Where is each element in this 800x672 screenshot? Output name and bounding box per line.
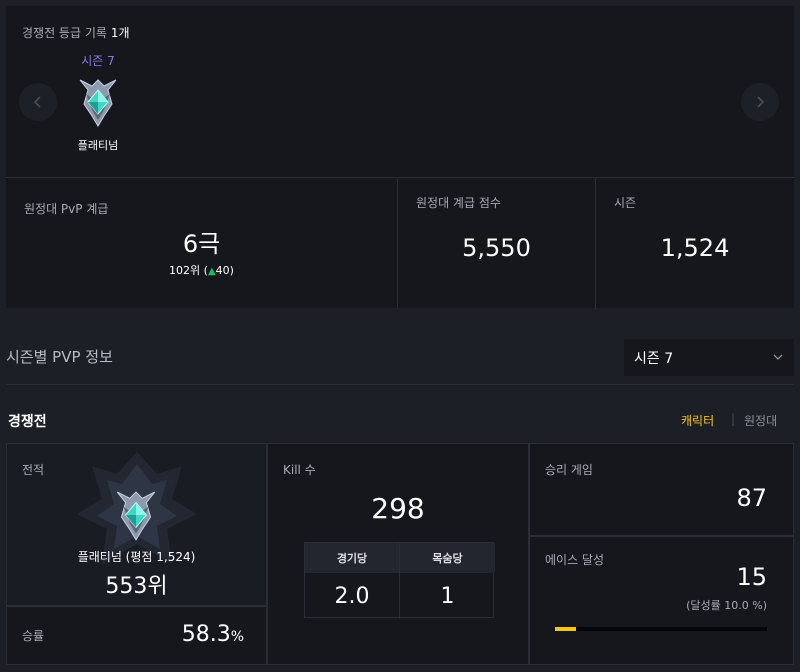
- history-header: 경쟁전 등급 기록 1개: [22, 24, 130, 41]
- pvp-grade-value: 6극: [182, 230, 221, 258]
- pvp-grade-cell: 원정대 PvP 계급 6극 102위 (▲40): [6, 178, 398, 309]
- pvp-rank-close: ): [229, 264, 234, 277]
- section-divider: [6, 384, 794, 385]
- winrate-value: 58.3: [181, 622, 231, 647]
- per-game-header: 경기당: [305, 543, 400, 573]
- ace-progress-fill: [555, 627, 577, 631]
- history-next-button[interactable]: [741, 83, 779, 121]
- chevron-down-icon: [773, 354, 783, 360]
- competitive-rank: 553위: [105, 574, 168, 599]
- grade-score-cell: 원정대 계급 점수 5,550: [398, 178, 596, 309]
- record-label: 전적: [22, 463, 45, 477]
- grade-score-label: 원정대 계급 점수: [416, 196, 501, 210]
- winrate-card: 승률 58.3%: [6, 606, 267, 665]
- tier-rating-label: 플래티넘 (평점 1,524): [77, 550, 196, 564]
- season-select[interactable]: 시즌 7: [624, 339, 794, 376]
- chevron-left-icon: [33, 96, 41, 108]
- competitive-title: 경쟁전: [8, 414, 47, 430]
- wins-value: 87: [736, 484, 767, 512]
- kill-label: Kill 수: [283, 463, 316, 477]
- grade-score-value: 5,550: [462, 234, 531, 262]
- competitive-history-panel: 경쟁전 등급 기록 1개 시즌 7 플래티넘 원정대 PvP 계급 6극 102위…: [6, 6, 794, 309]
- kill-value: 298: [371, 492, 425, 525]
- season-score-cell: 시즌 1,524: [596, 178, 794, 309]
- record-card: 전적 플래티넘 (평점 1,524) 553위: [6, 443, 267, 606]
- wins-card: 승리 게임 87: [529, 443, 794, 536]
- history-prev-button[interactable]: [19, 83, 57, 121]
- season-score-label: 시즌: [614, 196, 637, 210]
- pvp-rank-change: 40: [215, 264, 230, 277]
- competitive-panel: 전적 플래티넘 (평점 1,524) 553위 승률 58.3% Kill 수 …: [6, 443, 794, 665]
- toggle-character[interactable]: 캐릭터: [681, 412, 714, 429]
- history-tier-label: 플래티넘: [77, 139, 119, 152]
- winrate-unit: %: [230, 629, 244, 645]
- season-score-value: 1,524: [660, 234, 730, 262]
- pvp-rank-line: 102위 (▲40): [6, 262, 397, 278]
- per-game-value: 2.0: [305, 573, 400, 619]
- history-season-label: 시즌 7: [81, 54, 115, 68]
- ace-rate: (달성률 10.0 %): [686, 599, 767, 612]
- per-life-header: 목숨당: [400, 543, 495, 573]
- per-life-value: 1: [440, 583, 455, 609]
- expedition-stats-row: 원정대 PvP 계급 6극 102위 (▲40) 원정대 계급 점수 5,550…: [6, 177, 794, 309]
- platinum-emblem-icon: [79, 79, 117, 127]
- kill-breakdown-table: 경기당 목숨당 2.0 1: [304, 542, 495, 619]
- toggle-expedition[interactable]: 원정대: [744, 412, 777, 429]
- ace-value: 15: [736, 563, 767, 591]
- wins-label: 승리 게임: [545, 463, 593, 477]
- toggle-separator: |: [731, 412, 736, 426]
- ace-label: 에이스 달성: [545, 553, 605, 567]
- pvp-grade-label: 원정대 PvP 계급: [24, 202, 109, 216]
- pvp-rank-text: 102위 (: [169, 264, 208, 277]
- triangle-up-icon: ▲: [207, 266, 216, 277]
- chevron-right-icon: [757, 96, 765, 108]
- winrate-value-wrap: 58.3%: [182, 622, 244, 647]
- kill-card: Kill 수 298 경기당 목숨당 2.0 1: [267, 443, 529, 665]
- season-select-value: 시즌 7: [634, 350, 674, 367]
- ace-progress-bar: [555, 627, 767, 631]
- season-pvp-title: 시즌별 PVP 정보: [6, 348, 113, 366]
- winrate-label: 승률: [22, 629, 45, 643]
- ace-card: 에이스 달성 15 (달성률 10.0 %): [529, 536, 794, 665]
- history-header-label: 경쟁전 등급 기록: [22, 26, 107, 40]
- history-count: 1개: [110, 26, 130, 40]
- platinum-emblem-icon: [116, 491, 156, 541]
